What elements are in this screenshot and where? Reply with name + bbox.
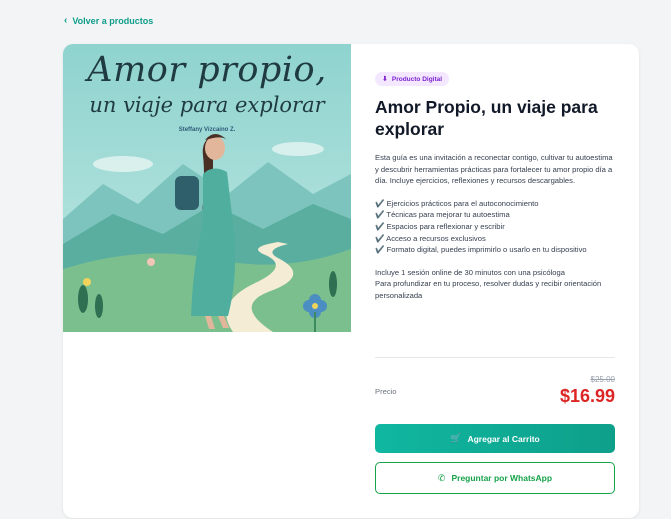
add-to-cart-button[interactable]: 🛒 Agregar al Carrito [375, 424, 615, 453]
whatsapp-label: Preguntar por WhatsApp [451, 473, 553, 483]
cover-title-line1: Amor propio, [87, 50, 327, 90]
cover-author: Steffany Vizcaino Z. [178, 127, 236, 133]
cover-title-line2: un viaje para explorar [89, 93, 325, 117]
digital-product-badge: ⬇ Producto Digital [375, 72, 450, 86]
add-to-cart-label: Agregar al Carrito [467, 433, 540, 444]
product-cover-image: Amor propio, un viaje para explorar Stef… [63, 44, 351, 332]
current-price: $16.99 [559, 386, 615, 406]
feature-item: ✔️ Acceso a recursos exclusivos [375, 233, 486, 243]
download-icon: ⬇ [382, 76, 388, 83]
chevron-left-icon: ‹ [64, 15, 68, 26]
session-info: Incluye 1 sesión online de 30 minutos co… [375, 267, 615, 302]
product-description: Esta guía es una invitación a reconectar… [375, 153, 613, 186]
product-title: Amor Propio, un viaje para explorar [375, 97, 598, 139]
cart-icon: 🛒 [450, 433, 462, 443]
price-row: Precio $25.00 $16.99 [375, 374, 615, 408]
feature-item: ✔️ Ejercicios prácticos para el autocono… [375, 198, 539, 208]
back-to-products-link[interactable]: ‹ Volver a productos [64, 15, 154, 27]
feature-list: ✔️ Ejercicios prácticos para el autocono… [375, 198, 615, 256]
whatsapp-icon: ✆ [437, 472, 446, 483]
feature-item: ✔️ Espacios para reflexionar y escribir [375, 221, 505, 231]
product-info: ⬇ Producto Digital Amor Propio, un viaje… [375, 68, 615, 302]
badge-label: Producto Digital [391, 75, 443, 83]
whatsapp-button[interactable]: ✆ Preguntar por WhatsApp [375, 462, 615, 494]
price-label: Precio [375, 387, 397, 396]
feature-item: ✔️ Formato digital, puedes imprimirlo o … [375, 245, 587, 255]
divider [375, 357, 615, 358]
session-line1: Incluye 1 sesión online de 30 minutos co… [375, 267, 565, 277]
product-card: Amor propio, un viaje para explorar Stef… [63, 44, 639, 518]
feature-item: ✔️ Técnicas para mejorar tu autoestima [375, 210, 510, 220]
old-price: $25.00 [590, 375, 615, 384]
session-line2: Para profundizar en tu proceso, resolver… [375, 279, 602, 300]
back-link-label: Volver a productos [72, 16, 154, 26]
